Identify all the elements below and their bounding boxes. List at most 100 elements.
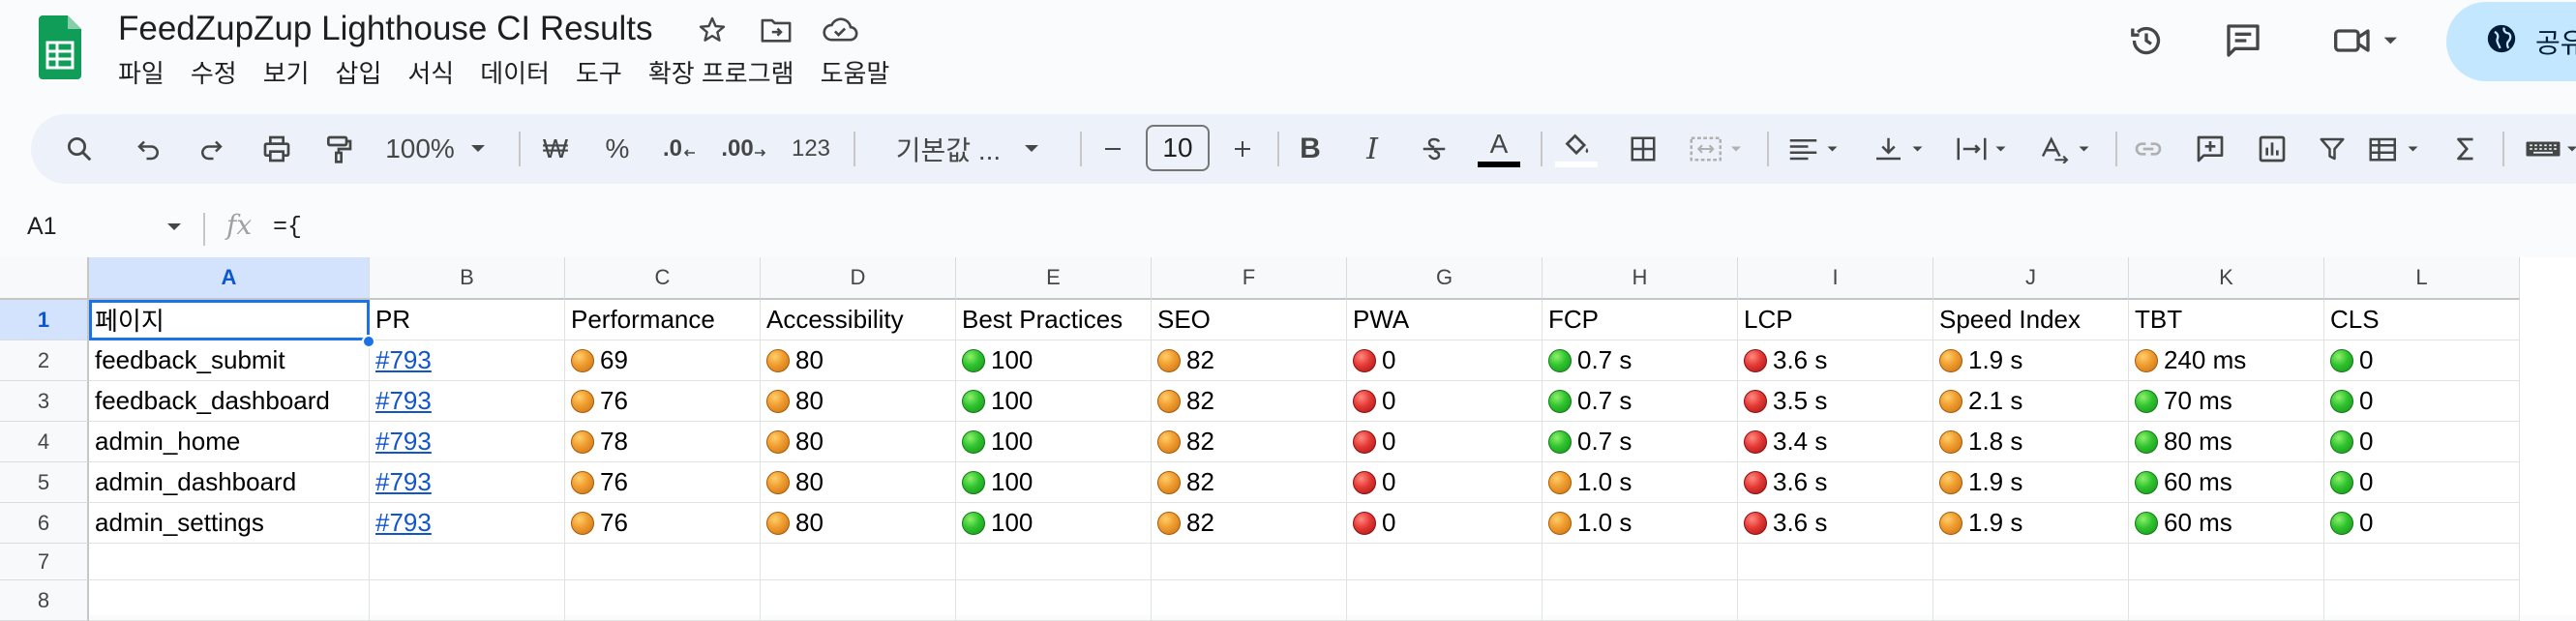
cell-j7[interactable]: [1933, 544, 2129, 580]
select-all-corner[interactable]: [0, 257, 89, 300]
cell-e1[interactable]: Best Practices: [956, 300, 1152, 340]
pr-link[interactable]: #793: [375, 345, 432, 375]
cell-j3[interactable]: 2.1 s: [1933, 381, 2129, 422]
cell-b7[interactable]: [370, 544, 565, 580]
cell-c7[interactable]: [565, 544, 761, 580]
cell-d6[interactable]: 80: [761, 503, 956, 544]
cell-k6[interactable]: 60 ms: [2129, 503, 2324, 544]
formula-input[interactable]: ={: [273, 213, 302, 241]
cell-h5[interactable]: 1.0 s: [1543, 462, 1738, 503]
decrease-decimal-button[interactable]: .0: [658, 114, 701, 184]
cell-k3[interactable]: 70 ms: [2129, 381, 2324, 422]
cell-d5[interactable]: 80: [761, 462, 956, 503]
cell-b2[interactable]: #793: [370, 340, 565, 381]
chevron-down-icon[interactable]: [166, 222, 182, 232]
column-header-j[interactable]: J: [1933, 257, 2129, 300]
cell-j2[interactable]: 1.9 s: [1933, 340, 2129, 381]
cell-i5[interactable]: 3.6 s: [1738, 462, 1933, 503]
cell-a6[interactable]: admin_settings: [89, 503, 370, 544]
cell-f3[interactable]: 82: [1152, 381, 1347, 422]
font-select[interactable]: 기본값 ...: [871, 114, 1064, 184]
cell-l6[interactable]: 0: [2324, 503, 2520, 544]
cell-a7[interactable]: [89, 544, 370, 580]
menu-format[interactable]: 서식: [407, 54, 466, 90]
meet-video-icon[interactable]: [2324, 17, 2411, 64]
cell-j6[interactable]: 1.9 s: [1933, 503, 2129, 544]
row-header-7[interactable]: 7: [0, 544, 89, 580]
menu-data[interactable]: 데이터: [480, 54, 562, 90]
italic-button[interactable]: I: [1351, 114, 1393, 184]
insert-comment-icon[interactable]: [2189, 114, 2232, 184]
filter-icon[interactable]: [2311, 114, 2353, 184]
cell-h6[interactable]: 1.0 s: [1543, 503, 1738, 544]
cell-g6[interactable]: 0: [1347, 503, 1543, 544]
column-header-f[interactable]: F: [1152, 257, 1347, 300]
redo-icon[interactable]: [190, 114, 232, 184]
cell-i2[interactable]: 3.6 s: [1738, 340, 1933, 381]
column-header-g[interactable]: G: [1347, 257, 1543, 300]
menu-edit[interactable]: 수정: [191, 54, 250, 90]
row-header-6[interactable]: 6: [0, 503, 89, 544]
more-formats-button[interactable]: 123: [784, 114, 838, 184]
decrease-font-size-button[interactable]: [1092, 114, 1134, 184]
cell-l1[interactable]: CLS: [2324, 300, 2520, 340]
cloud-saved-icon[interactable]: [821, 11, 859, 49]
version-history-icon[interactable]: [2123, 17, 2170, 64]
cell-g3[interactable]: 0: [1347, 381, 1543, 422]
text-color-button[interactable]: A: [1473, 114, 1525, 184]
column-header-e[interactable]: E: [956, 257, 1152, 300]
name-box[interactable]: A1: [27, 213, 57, 241]
fill-color-icon[interactable]: [1552, 114, 1601, 184]
row-header-2[interactable]: 2: [0, 340, 89, 381]
cell-l3[interactable]: 0: [2324, 381, 2520, 422]
print-icon[interactable]: [255, 114, 298, 184]
cell-e7[interactable]: [956, 544, 1152, 580]
functions-icon[interactable]: [2444, 114, 2487, 184]
cell-d3[interactable]: 80: [761, 381, 956, 422]
horizontal-align-icon[interactable]: [1779, 114, 1852, 184]
cell-g5[interactable]: 0: [1347, 462, 1543, 503]
pr-link[interactable]: #793: [375, 427, 432, 457]
cell-i3[interactable]: 3.5 s: [1738, 381, 1933, 422]
fill-handle[interactable]: [362, 335, 375, 348]
comments-icon[interactable]: [2220, 17, 2266, 64]
cell-a1[interactable]: 페이지: [89, 300, 370, 340]
cell-c4[interactable]: 78: [565, 422, 761, 462]
sheets-logo-icon[interactable]: [37, 14, 83, 81]
column-header-l[interactable]: L: [2324, 257, 2520, 300]
cell-c1[interactable]: Performance: [565, 300, 761, 340]
cell-j5[interactable]: 1.9 s: [1933, 462, 2129, 503]
cell-e4[interactable]: 100: [956, 422, 1152, 462]
cell-k1[interactable]: TBT: [2129, 300, 2324, 340]
menu-tools[interactable]: 도구: [576, 54, 635, 90]
cell-b6[interactable]: #793: [370, 503, 565, 544]
search-menus-icon[interactable]: [58, 114, 101, 184]
cell-b4[interactable]: #793: [370, 422, 565, 462]
cell-k2[interactable]: 240 ms: [2129, 340, 2324, 381]
menu-view[interactable]: 보기: [263, 54, 322, 90]
share-button[interactable]: 공유: [2446, 2, 2576, 81]
cell-c5[interactable]: 76: [565, 462, 761, 503]
vertical-align-icon[interactable]: [1864, 114, 1937, 184]
cell-k7[interactable]: [2129, 544, 2324, 580]
cell-e3[interactable]: 100: [956, 381, 1152, 422]
cell-c6[interactable]: 76: [565, 503, 761, 544]
column-header-d[interactable]: D: [761, 257, 956, 300]
star-icon[interactable]: [693, 11, 732, 49]
text-rotation-icon[interactable]: [2030, 114, 2104, 184]
menu-extensions[interactable]: 확장 프로그램: [648, 54, 807, 90]
cell-i4[interactable]: 3.4 s: [1738, 422, 1933, 462]
column-header-h[interactable]: H: [1543, 257, 1738, 300]
strikethrough-icon[interactable]: [1413, 114, 1455, 184]
font-size-input[interactable]: 10: [1146, 125, 1210, 171]
cell-g4[interactable]: 0: [1347, 422, 1543, 462]
menu-file[interactable]: 파일: [118, 54, 177, 90]
cell-i1[interactable]: LCP: [1738, 300, 1933, 340]
zoom-select[interactable]: 100%: [377, 114, 494, 184]
cell-l5[interactable]: 0: [2324, 462, 2520, 503]
row-header-1[interactable]: 1: [0, 300, 89, 340]
percent-format-button[interactable]: %: [596, 114, 639, 184]
paint-format-icon[interactable]: [317, 114, 360, 184]
cell-i7[interactable]: [1738, 544, 1933, 580]
column-header-c[interactable]: C: [565, 257, 761, 300]
